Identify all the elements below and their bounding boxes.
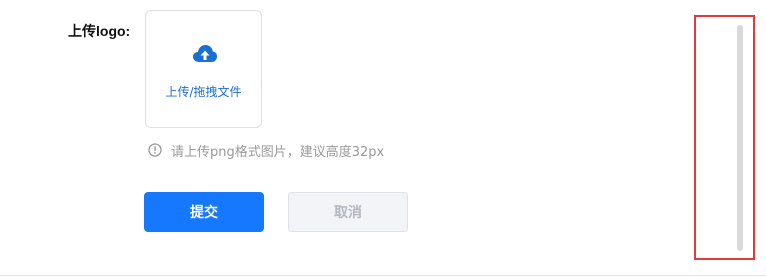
upload-hint-text: 请上传png格式图片，建议高度32px <box>171 144 385 160</box>
bottom-divider <box>0 275 766 276</box>
cancel-button[interactable]: 取消 <box>288 192 408 232</box>
scrollbar-thumb[interactable] <box>737 25 743 251</box>
submit-button[interactable]: 提交 <box>144 192 264 232</box>
upload-drag-text: 上传/拖拽文件 <box>165 85 242 99</box>
logo-upload-dropzone[interactable]: 上传/拖拽文件 <box>145 10 262 128</box>
submit-button-label: 提交 <box>190 205 218 221</box>
cancel-button-label: 取消 <box>334 205 362 221</box>
highlight-box <box>694 15 755 260</box>
cloud-upload-icon <box>192 43 218 65</box>
upload-hint: 请上传png格式图片，建议高度32px <box>148 141 385 160</box>
info-circle-icon <box>148 143 162 157</box>
upload-logo-label: 上传logo: <box>68 23 131 39</box>
